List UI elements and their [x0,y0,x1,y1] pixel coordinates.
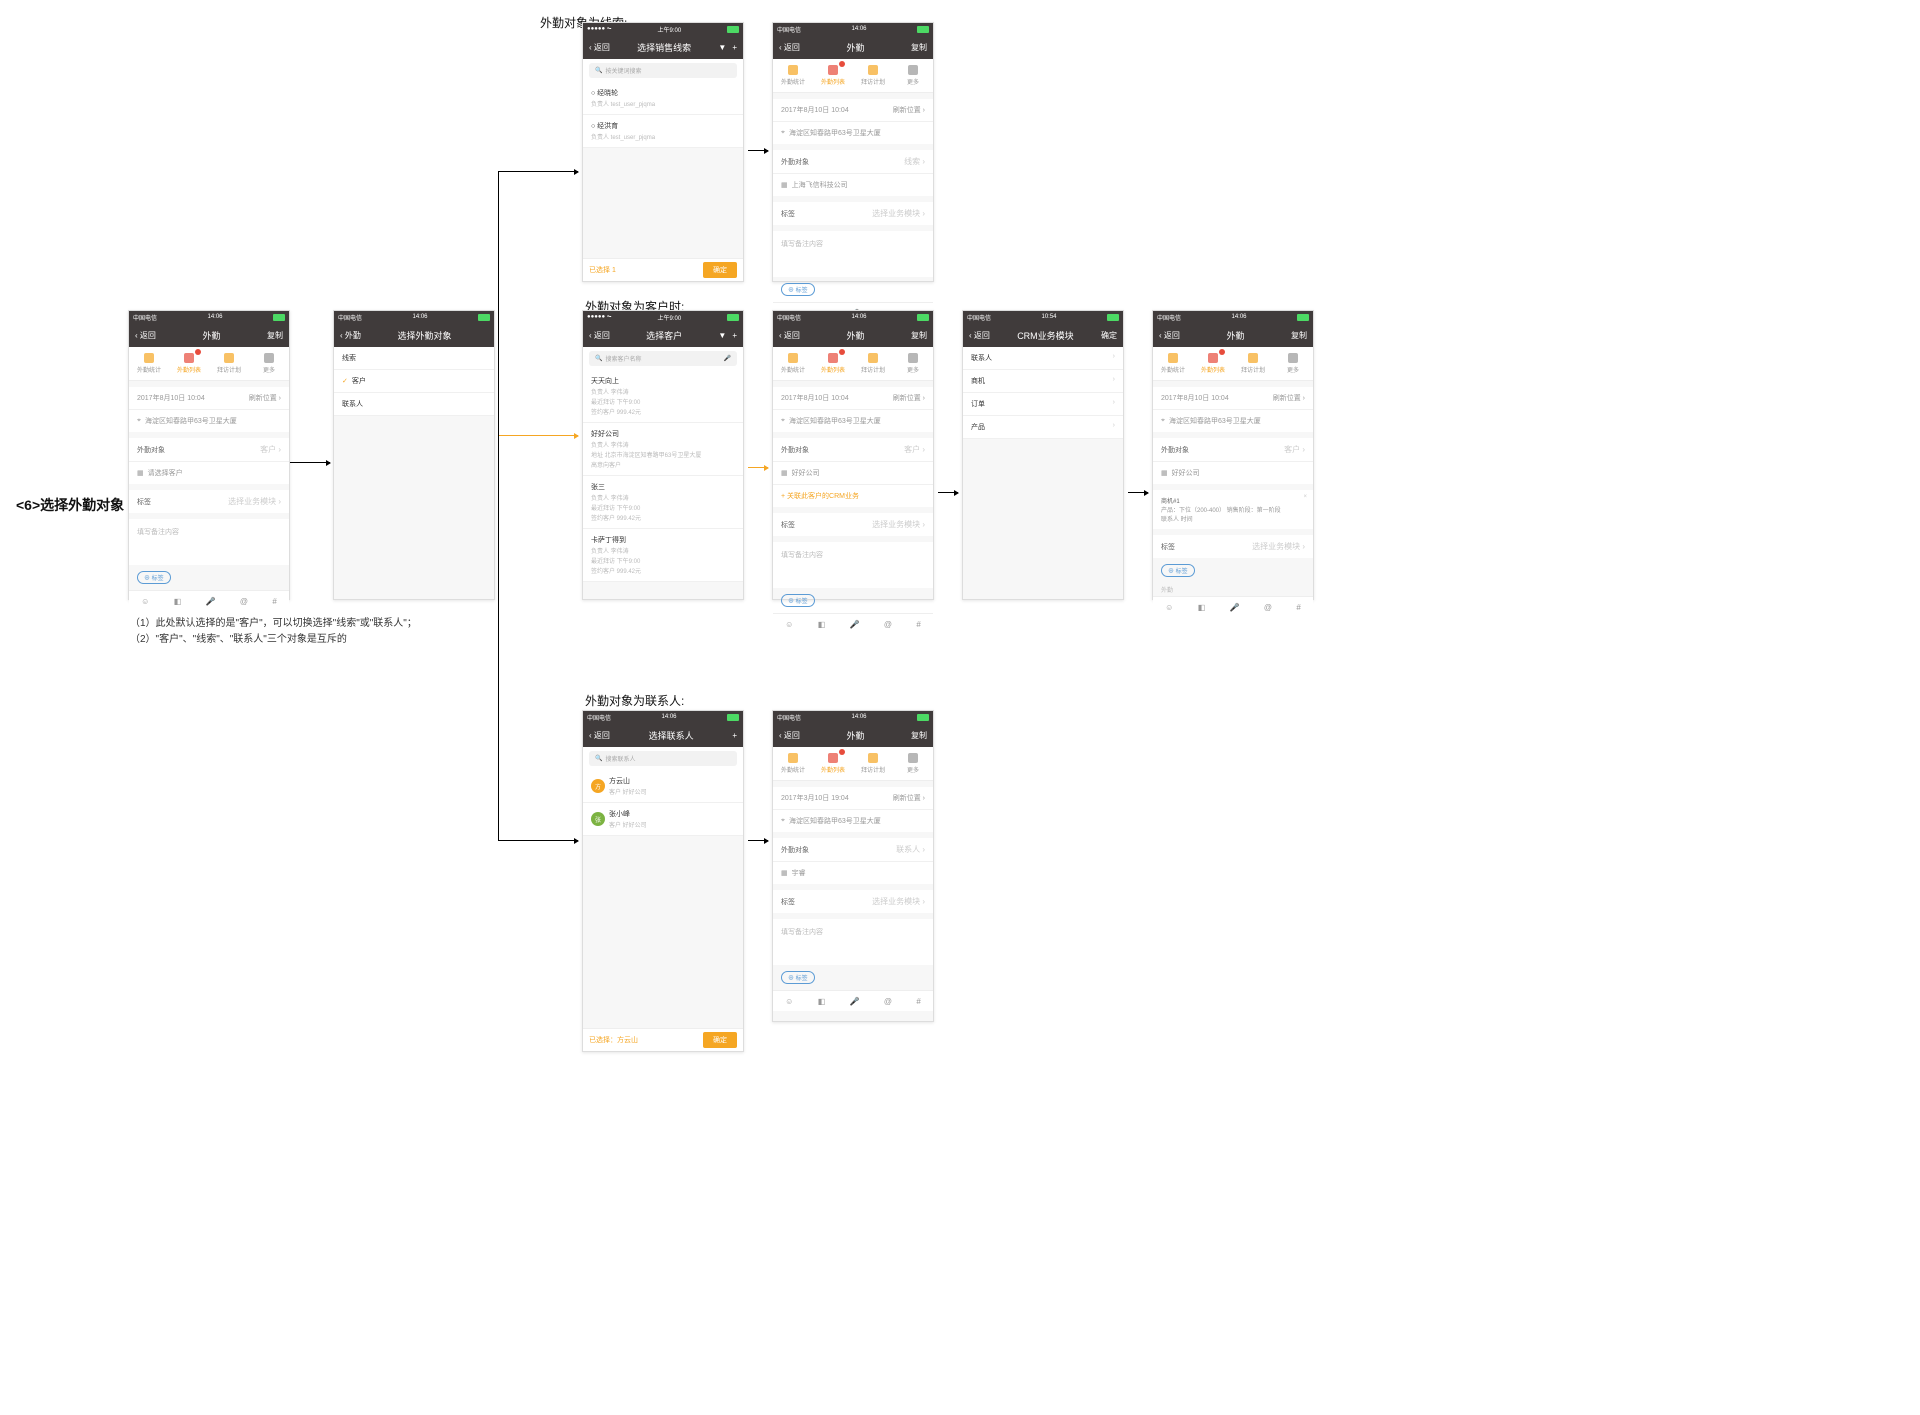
confirm-button[interactable]: 确定 [703,1032,737,1048]
mic-icon[interactable]: 🎤 [206,597,216,606]
copy-button[interactable]: 复制 [267,330,283,341]
phone-select-lead: ●●●●● ⏦上午9:00 ‹ 返回选择销售线索▼+ 🔍按关键词搜索 ○ 经晓轮… [582,22,744,282]
add-icon[interactable]: + [732,731,737,740]
filter-icon[interactable]: ▼ [718,331,726,340]
customer-item[interactable]: 天天向上负责人 李伟涛最近拜访 下午9:00签约客户 999.42元 [583,370,743,423]
contact-item[interactable]: 方方云山客户 好好公司 [583,770,743,803]
tab-list[interactable]: 外勤列表 [169,347,209,380]
page-title: 外勤 [846,41,864,54]
arrow [748,150,768,151]
hash-icon[interactable]: # [272,597,276,606]
select-customer-field[interactable]: ▦请选择客户 [129,461,289,484]
tab-plan[interactable]: 拜访计划 [209,347,249,380]
search-icon: 🔍 [595,67,602,74]
add-icon[interactable]: + [732,331,737,340]
phone-waiqin-lead-filled: 中国电信14:06 ‹ 返回外勤复制 外勤统计 外勤列表 拜访计划 更多 201… [772,22,934,282]
status-bar: 中国电信14:06 [129,311,289,323]
lead-item[interactable]: ○ 经晓轮负责人 test_user_pjqma [583,82,743,115]
contact-item[interactable]: 张张小峰客户 好好公司 [583,803,743,836]
lead-item[interactable]: ○ 经洪育负责人 test_user_pjqma [583,115,743,148]
page-title: 选择销售线索 [637,41,691,54]
page-title: 选择联系人 [649,729,694,742]
toolbar: ☺ ◧ 🎤 @ # [129,590,289,611]
page-title: 选择外勤对象 [397,329,451,342]
search-input[interactable]: 🔍搜索联系人 [589,751,737,766]
option-customer[interactable]: ✓客户 [334,370,494,393]
page-title: 选择客户 [646,329,682,342]
phone-crm-modules: 中国电信10:54 ‹ 返回CRM业务模块确定 联系人›商机›订单›产品› [962,310,1124,600]
tag-button[interactable]: ⊕ 标签 [137,571,171,584]
pin-icon: ⌖ [137,417,141,425]
page-title: CRM业务模块 [1017,329,1074,342]
crm-module-item[interactable]: 订单› [963,393,1123,416]
back-button[interactable]: ‹ 返回 [589,330,610,341]
crm-module-item[interactable]: 商机› [963,370,1123,393]
crm-card: × 商机#1 产品：下位（200-400） 销售阶段：第一阶段 联系人 时间 [1153,490,1313,529]
customer-item[interactable]: 张三负责人 李伟涛最近拜访 下午9:00签约客户 999.42元 [583,476,743,529]
page-title: 外勤 [202,329,220,342]
copy-button[interactable]: 复制 [911,42,927,53]
arrow [498,435,578,436]
phone-waiqin-initial: 中国电信14:06 ‹ 返回 外勤 复制 外勤统计 外勤列表 拜访计划 更多 201… [128,310,290,600]
phone-select-customer: ●●●●● ⏦上午9:00 ‹ 返回选择客户▼+ 🔍搜索客户名称🎤 天天向上负责… [582,310,744,600]
arrow [498,840,578,841]
add-crm-link[interactable]: + 关联此客户的CRM业务 [773,484,933,507]
mic-icon[interactable]: 🎤 [724,355,731,362]
phone-waiqin-customer-filled: 中国电信14:06 ‹ 返回外勤复制 外勤统计 外勤列表 拜访计划 更多 201… [772,310,934,600]
search-icon: 🔍 [595,355,602,362]
target-row[interactable]: 外勤对象客户 › [137,444,281,455]
customer-item[interactable]: 卡萨丁得到负责人 李伟涛最近拜访 下午9:00签约客户 999.42元 [583,529,743,582]
back-button[interactable]: ‹ 返回 [135,330,156,341]
crm-module-item[interactable]: 联系人› [963,347,1123,370]
step-label: <6>选择外勤对象 [16,495,124,515]
remark-textarea[interactable]: 填写备注内容 [129,519,289,565]
phone-waiqin-crm-filled: 中国电信14:06 ‹ 返回外勤复制 外勤统计 外勤列表 拜访计划 更多 201… [1152,310,1314,600]
lead-value: ▦上海飞信科技公司 [773,173,933,196]
selected-label: 已选择：方云山 [589,1035,638,1045]
back-button[interactable]: ‹ 外勤 [340,330,361,341]
check-icon: ✓ [342,378,348,385]
tabs: 外勤统计 外勤列表 拜访计划 更多 [129,347,289,381]
camera-icon[interactable]: ◧ [174,597,182,606]
add-icon[interactable]: + [732,43,737,52]
crm-module-item[interactable]: 产品› [963,416,1123,439]
arrow [290,462,330,463]
at-icon[interactable]: @ [240,597,248,606]
confirm-button[interactable]: 确定 [1101,330,1117,341]
refresh-loc[interactable]: 刷新位置 › [249,393,281,403]
tab-stats[interactable]: 外勤统计 [129,347,169,380]
notes: （1）此处默认选择的是"客户"，可以切换选择"线索"或"联系人"；（2）"客户"… [130,616,417,648]
close-icon[interactable]: × [1303,494,1307,500]
phone-select-contact: 中国电信14:06 ‹ 返回选择联系人+ 🔍搜索联系人 方方云山客户 好好公司张… [582,710,744,1052]
arrow [498,171,578,172]
nav-bar: ‹ 返回 外勤 复制 [129,323,289,347]
arrow [1128,492,1148,493]
option-lead[interactable]: 线索 [334,347,494,370]
confirm-button[interactable]: 确定 [703,262,737,278]
tab-more[interactable]: 更多 [249,347,289,380]
date-row: 2017年8月10日 10:04刷新位置 › [129,387,289,409]
arrow [748,840,768,841]
back-button[interactable]: ‹ 返回 [779,42,800,53]
phone-select-target-type: 中国电信14:06 ‹ 外勤选择外勤对象 线索 ✓客户 联系人 [333,310,495,600]
vline [498,171,499,841]
arrow [748,467,768,468]
remark-row[interactable]: 标签选择业务模块 › [137,496,281,507]
heading-contact: 外勤对象为联系人: [585,692,684,709]
option-contact[interactable]: 联系人 [334,393,494,416]
emoji-icon[interactable]: ☺ [141,597,149,606]
search-input[interactable]: 🔍搜索客户名称🎤 [589,351,737,366]
filter-icon[interactable]: ▼ [718,43,726,52]
search-input[interactable]: 🔍按关键词搜索 [589,63,737,78]
arrow [938,492,958,493]
location-row: ⌖海淀区知春路甲63号卫星大厦 [129,409,289,432]
back-button[interactable]: ‹ 返回 [589,42,610,53]
customer-item[interactable]: 好好公司负责人 李伟涛地址 北京市海淀区知春路甲63号卫星大厦高意向客户 [583,423,743,476]
selected-count: 已选择 1 [589,265,616,275]
phone-waiqin-contact-filled: 中国电信14:06 ‹ 返回外勤复制 外勤统计 外勤列表 拜访计划 更多 201… [772,710,934,1022]
